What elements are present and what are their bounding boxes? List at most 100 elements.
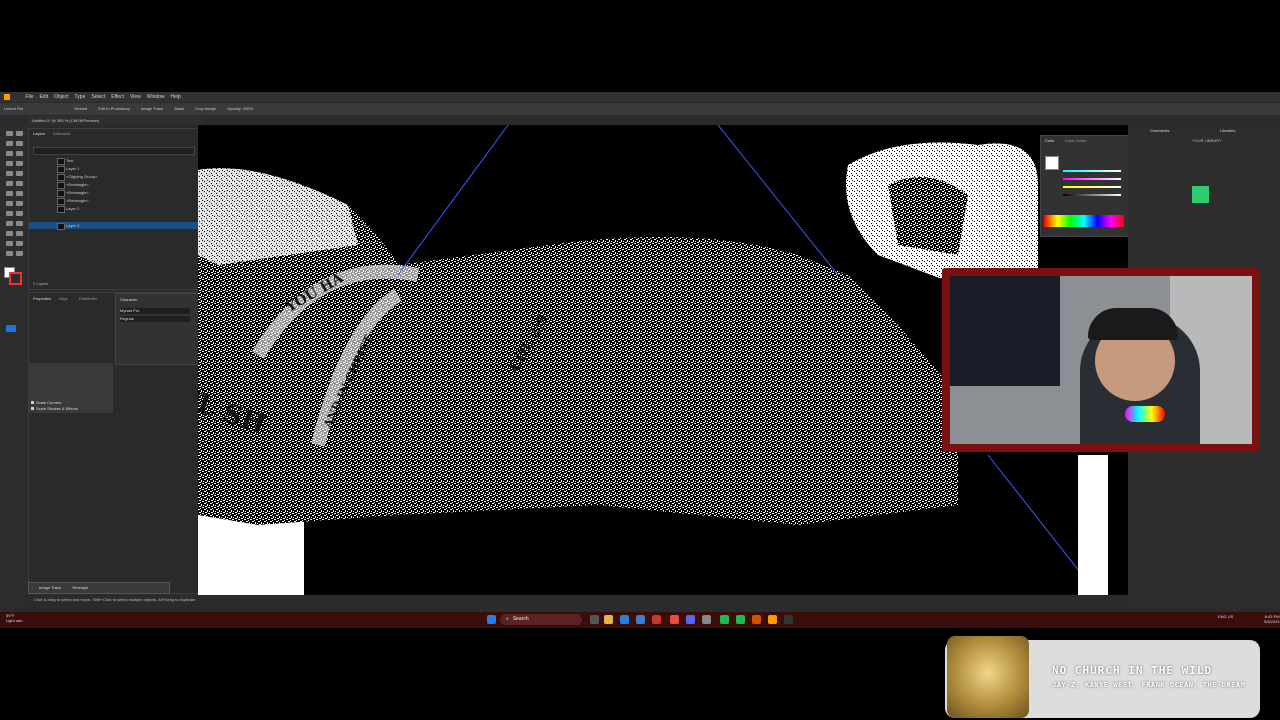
document-tab[interactable]: Untitled-1* @ 300 % (CMYK/Preview)	[28, 116, 202, 125]
layers-search-input[interactable]	[33, 147, 195, 155]
tab-properties[interactable]: Properties	[33, 296, 51, 301]
tab-color-guide[interactable]: Color Guide	[1065, 138, 1086, 143]
photoshop-icon[interactable]	[752, 615, 761, 624]
pencil-tool-icon[interactable]	[6, 171, 13, 176]
tab-align[interactable]: Align	[59, 296, 68, 301]
layer-row[interactable]: Layer 1	[29, 165, 199, 173]
eraser-tool-icon[interactable]	[16, 171, 23, 176]
free-transform-tool-icon[interactable]	[16, 191, 23, 196]
app-icon[interactable]	[652, 615, 661, 624]
menu-view[interactable]: View	[130, 94, 141, 100]
crop-image-button[interactable]: Crop Image	[195, 106, 216, 111]
search-label: Search	[512, 616, 529, 622]
yellow-slider[interactable]	[1063, 186, 1121, 188]
window-night-view	[950, 276, 1060, 386]
font-style-field[interactable]: Regular	[120, 316, 190, 322]
reshape-button[interactable]: Reshape	[72, 585, 88, 590]
selection-tool-icon[interactable]	[6, 131, 13, 136]
settings-icon[interactable]	[702, 615, 711, 624]
scale-tool-icon[interactable]	[16, 181, 23, 186]
app3-icon[interactable]	[784, 615, 793, 624]
layer-row[interactable]: <Rectangle>	[29, 181, 199, 189]
clock-date: 5/5/2024	[1264, 619, 1280, 624]
perspective-grid-tool-icon[interactable]	[16, 201, 23, 206]
file-explorer-icon[interactable]	[604, 615, 613, 624]
start-icon[interactable]	[487, 615, 496, 624]
magenta-slider[interactable]	[1063, 178, 1121, 180]
paintbrush-tool-icon[interactable]	[16, 161, 23, 166]
discord-icon[interactable]	[686, 615, 695, 624]
layer-row[interactable]: Layer 2	[29, 205, 199, 213]
direct-selection-tool-icon[interactable]	[16, 131, 23, 136]
edit-toolbar-icon[interactable]	[6, 325, 16, 332]
properties-panel: Properties Align Pathfinder Character My…	[28, 292, 201, 594]
layer-row[interactable]: <Rectangle>	[29, 189, 199, 197]
library-color-swatch[interactable]	[1192, 186, 1209, 203]
spotify-icon[interactable]	[720, 615, 729, 624]
width-tool-icon[interactable]	[6, 191, 13, 196]
menu-help[interactable]: Help	[171, 94, 181, 100]
ai-logo-icon	[4, 93, 10, 100]
artboard-tool-icon[interactable]	[6, 241, 13, 246]
cyan-slider[interactable]	[1063, 170, 1121, 172]
image-trace-contextual-button[interactable]: Image Trace	[39, 585, 61, 590]
slice-tool-icon[interactable]	[16, 241, 23, 246]
graph-tool-icon[interactable]	[16, 231, 23, 236]
black-slider[interactable]	[1063, 194, 1121, 196]
menu-edit[interactable]: Edit	[39, 94, 48, 100]
menu-effect[interactable]: Effect	[111, 94, 124, 100]
tab-comments[interactable]: Comments	[1150, 128, 1169, 133]
zoom-tool-icon[interactable]	[16, 251, 23, 256]
menu-object[interactable]: Object	[54, 94, 68, 100]
gradient-tool-icon[interactable]	[16, 211, 23, 216]
scale-corners-checkbox[interactable]: Scale Corners	[31, 400, 61, 405]
image-trace-button[interactable]: Image Trace	[141, 106, 163, 111]
font-family-field[interactable]: Myriad Pro	[120, 308, 190, 314]
menu-select[interactable]: Select	[91, 94, 105, 100]
curvature-tool-icon[interactable]	[16, 141, 23, 146]
mask-button[interactable]: Mask	[174, 106, 184, 111]
menu-type[interactable]: Type	[75, 94, 86, 100]
layer-row[interactable]: <Clipping Group>	[29, 173, 199, 181]
language-indicator[interactable]: ENG US	[1218, 614, 1233, 619]
edit-in-photoshop-button[interactable]: Edit In Photoshop	[98, 106, 130, 111]
store-icon[interactable]	[636, 615, 645, 624]
pen-tool-icon[interactable]	[6, 141, 13, 146]
line-tool-icon[interactable]	[16, 151, 23, 156]
app2-icon[interactable]	[736, 615, 745, 624]
layer-row[interactable]: <Rectangle>	[29, 197, 199, 205]
type-tool-icon[interactable]	[6, 151, 13, 156]
rectangle-tool-icon[interactable]	[6, 161, 13, 166]
rotate-tool-icon[interactable]	[6, 181, 13, 186]
menu-window[interactable]: Window	[147, 94, 165, 100]
mesh-tool-icon[interactable]	[6, 211, 13, 216]
layer-row[interactable]: Text	[29, 157, 199, 165]
tab-artboards[interactable]: Artboards	[53, 131, 70, 136]
stroke-swatch[interactable]	[9, 272, 22, 285]
weather-widget[interactable]: 59°F Light rain	[6, 613, 22, 623]
eyedropper-tool-icon[interactable]	[6, 221, 13, 226]
layer-row-selected[interactable]: Layer 3	[29, 222, 199, 230]
edge-icon[interactable]	[620, 615, 629, 624]
embed-button[interactable]: Embed	[74, 106, 87, 111]
scale-strokes-checkbox[interactable]: Scale Strokes & Effects	[31, 406, 78, 411]
hand-tool-icon[interactable]	[6, 251, 13, 256]
task-view-icon[interactable]	[590, 615, 599, 624]
tab-layers[interactable]: Layers	[33, 131, 45, 136]
chrome-icon[interactable]	[670, 615, 679, 624]
color-spectrum-bar[interactable]	[1044, 215, 1124, 227]
blend-tool-icon[interactable]	[16, 221, 23, 226]
illustrator-icon[interactable]	[768, 615, 777, 624]
system-clock[interactable]: 8:43 PM 5/5/2024	[1264, 614, 1280, 624]
menu-bar: File Edit Object Type Select Effect View Window…	[0, 92, 1280, 102]
color-fill-swatch[interactable]	[1045, 156, 1059, 170]
tab-pathfinder[interactable]: Pathfinder	[79, 296, 97, 301]
tab-libraries[interactable]: Libraries	[1220, 128, 1235, 133]
symbol-sprayer-tool-icon[interactable]	[6, 231, 13, 236]
opacity-field[interactable]: Opacity: 100%	[227, 106, 253, 111]
tab-color[interactable]: Color	[1045, 138, 1055, 143]
shape-builder-tool-icon[interactable]	[6, 201, 13, 206]
menu-file[interactable]: File	[25, 94, 33, 100]
tools-panel	[0, 125, 28, 605]
taskbar-search[interactable]: ⌕ Search	[500, 614, 582, 625]
